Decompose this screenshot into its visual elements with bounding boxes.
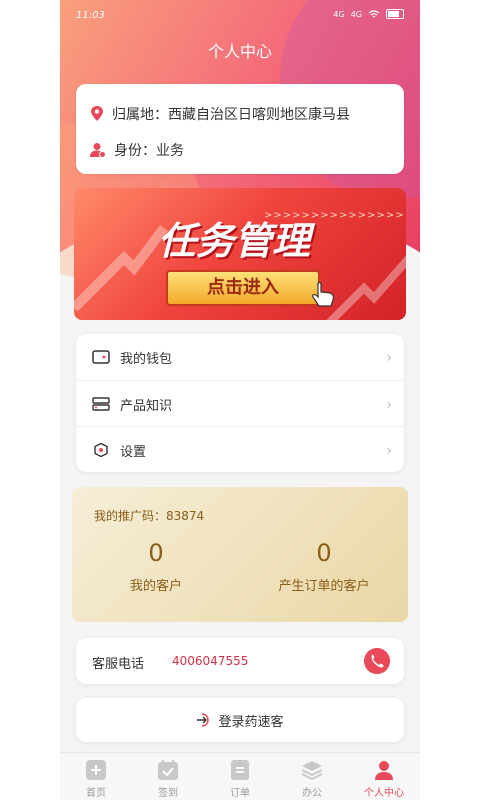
user-badge-icon <box>90 143 106 158</box>
network-label: 4G <box>350 9 362 19</box>
tab-label: 首页 <box>86 788 106 799</box>
promotion-card: 我的推广码：83874 0 我的客户 0 产生订单的客户 <box>72 487 408 622</box>
network-label: 4G <box>333 9 345 19</box>
task-management-banner[interactable]: >>>>>>>>>>>>>>> 任务管理 点击进入 <box>74 188 406 320</box>
tab-checkin[interactable]: 签到 <box>132 753 204 800</box>
menu-item-label: 产品知识 <box>120 398 173 414</box>
user-icon <box>375 761 393 780</box>
chevron-right-icon: › <box>386 397 392 413</box>
menu-item-wallet[interactable]: 我的钱包 › <box>76 334 404 380</box>
banner-title: 任务管理 <box>158 219 311 263</box>
tab-office[interactable]: 办公 <box>276 753 348 800</box>
tab-orders[interactable]: 订单 <box>204 753 276 800</box>
identity-row: 身份：业务 <box>90 140 184 160</box>
product-knowledge-icon <box>92 397 110 411</box>
menu-item-product-knowledge[interactable]: 产品知识 › <box>76 380 404 427</box>
menu-item-label: 设置 <box>120 444 147 460</box>
login-card: 登录药速客 <box>76 698 404 742</box>
tab-label: 签到 <box>158 788 178 799</box>
location-pin-icon <box>91 106 103 121</box>
service-phone: 4006047555 <box>172 654 249 668</box>
status-time: 11:03 <box>76 10 105 21</box>
phone-call-icon[interactable] <box>364 648 390 674</box>
tab-label: 办公 <box>302 788 322 799</box>
page-title: 个人中心 <box>207 42 272 61</box>
tab-label: 订单 <box>230 788 250 799</box>
home-plus-icon <box>86 760 106 780</box>
login-label: 登录药速客 <box>218 714 284 730</box>
menu-item-label: 我的钱包 <box>120 351 173 367</box>
page: 11:03 4G 4G 个人中心 归属地：西藏自治区日喀则地区康马县 身份：业务… <box>0 0 480 800</box>
tab-label: 个人中心 <box>364 788 404 799</box>
calendar-check-icon <box>158 760 178 780</box>
promotion-code: 我的推广码：83874 <box>94 509 205 523</box>
app-screen: 11:03 4G 4G 个人中心 归属地：西藏自治区日喀则地区康马县 身份：业务… <box>60 0 420 800</box>
location-text: 归属地：西藏自治区日喀则地区康马县 <box>112 107 350 123</box>
pointing-hand-icon <box>312 281 334 307</box>
profile-card: 归属地：西藏自治区日喀则地区康马县 身份：业务 <box>76 84 404 174</box>
login-button[interactable]: 登录药速客 <box>76 698 404 742</box>
status-icons: 4G 4G <box>333 9 404 19</box>
login-icon <box>197 713 210 727</box>
chevron-right-icon: › <box>386 350 392 366</box>
stat-my-customers[interactable]: 0 我的客户 <box>72 539 240 594</box>
status-bar: 11:03 4G 4G <box>60 0 420 32</box>
chevron-right-icon: › <box>386 443 392 459</box>
customer-service-card: 客服电话 4006047555 <box>76 638 404 684</box>
identity-text: 身份：业务 <box>114 143 184 159</box>
service-label: 客服电话 <box>92 657 145 672</box>
menu-card: 我的钱包 › 产品知识 › 设置 › <box>76 334 404 472</box>
stat-value: 0 <box>148 539 164 567</box>
bottom-tab-bar: 首页 签到 订单 办公 个人中心 <box>60 752 420 800</box>
enter-button[interactable]: 点击进入 <box>166 270 320 306</box>
wifi-icon <box>368 9 380 17</box>
tab-home[interactable]: 首页 <box>60 753 132 800</box>
stat-label: 产生订单的客户 <box>278 579 370 594</box>
stat-ordering-customers[interactable]: 0 产生订单的客户 <box>240 539 408 594</box>
order-icon <box>231 760 249 780</box>
battery-icon <box>386 9 404 19</box>
gear-icon <box>94 443 108 457</box>
stat-value: 0 <box>316 539 332 567</box>
wallet-icon <box>92 350 110 364</box>
location-row: 归属地：西藏自治区日喀则地区康马县 <box>90 104 350 124</box>
tab-profile[interactable]: 个人中心 <box>348 753 420 800</box>
layers-icon <box>301 761 323 781</box>
stat-label: 我的客户 <box>129 579 182 594</box>
menu-item-settings[interactable]: 设置 › <box>76 426 404 473</box>
